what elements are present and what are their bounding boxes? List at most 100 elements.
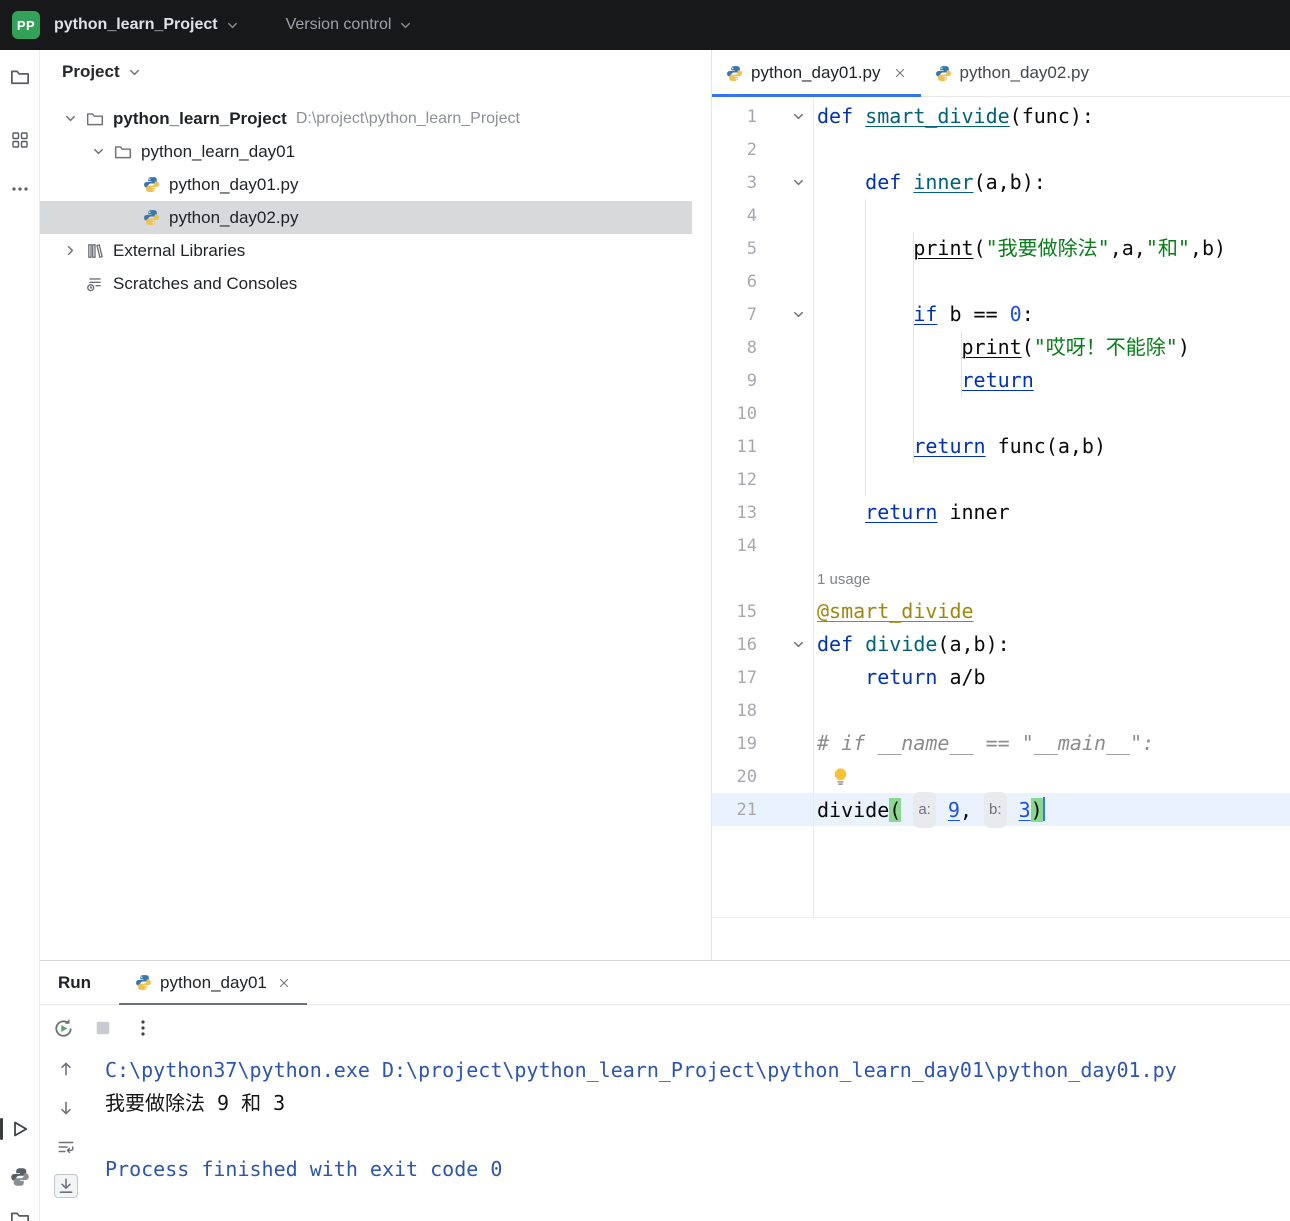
code-line[interactable]: 1 def smart_divide(func): xyxy=(712,100,1290,133)
line-number: 12 xyxy=(736,469,757,490)
version-control-menu[interactable]: Version control xyxy=(286,16,414,34)
parameter-hint: a: xyxy=(913,791,936,828)
line-number: 15 xyxy=(736,601,757,622)
editor-tab[interactable]: python_day02.py xyxy=(921,50,1104,96)
fold-icon[interactable] xyxy=(757,109,813,124)
intention-bulb-icon[interactable] xyxy=(831,767,850,786)
run-tool-window: Run python_day01 C:\python37\python.exe … xyxy=(40,960,1290,1221)
code-token: return xyxy=(961,368,1034,392)
project-panel-title: Project xyxy=(62,62,120,81)
code-token: inner xyxy=(937,500,1010,524)
version-control-label: Version control xyxy=(285,16,392,33)
project-selector[interactable]: python_learn_Project xyxy=(54,16,240,34)
code-token: , xyxy=(959,797,972,822)
chevron-down-icon[interactable] xyxy=(62,111,78,126)
code-token: (a,b): xyxy=(937,632,1010,656)
code-line[interactable]: 13 return inner xyxy=(712,496,1290,529)
line-number: 7 xyxy=(746,304,757,325)
scroll-to-end-icon[interactable] xyxy=(54,1174,78,1198)
rerun-icon[interactable] xyxy=(52,1017,74,1039)
more-tools-icon[interactable] xyxy=(9,178,31,200)
console-output[interactable]: C:\python37\python.exe D:\project\python… xyxy=(105,1054,1280,1221)
code-token: inner xyxy=(913,170,974,194)
more-options-icon[interactable] xyxy=(132,1017,154,1039)
usage-inlay[interactable]: 1 usage xyxy=(817,571,870,588)
code-line[interactable]: 18 xyxy=(712,694,1290,727)
code-line[interactable]: 9 return xyxy=(712,364,1290,397)
indent-guide xyxy=(961,331,962,397)
tree-item-label: External Libraries xyxy=(113,240,246,260)
fold-icon[interactable] xyxy=(757,637,813,652)
code-token: divide xyxy=(817,797,890,822)
code-token: @smart_divide xyxy=(817,599,974,623)
run-tab[interactable]: python_day01 xyxy=(119,961,307,1005)
chevron-right-icon[interactable] xyxy=(62,243,78,258)
line-number: 13 xyxy=(736,502,757,523)
code-line[interactable]: 11 return func(a,b) xyxy=(712,430,1290,463)
line-number: 3 xyxy=(746,172,757,193)
code-token: (a,b): xyxy=(973,170,1046,194)
tab-close-icon[interactable] xyxy=(277,976,291,990)
code-token: ) xyxy=(1177,335,1190,359)
tree-item[interactable]: External Libraries xyxy=(40,234,711,267)
tree-item[interactable]: python_learn_Project D:\project\python_le… xyxy=(40,102,711,135)
soft-wrap-icon[interactable] xyxy=(54,1135,78,1159)
code-line[interactable]: 16 def divide(a,b): xyxy=(712,628,1290,661)
line-number: 4 xyxy=(746,205,757,226)
parameter-hint: b: xyxy=(984,791,1007,828)
run-tool-icon[interactable] xyxy=(9,1118,31,1140)
code-line[interactable]: 17 return a/b xyxy=(712,661,1290,694)
fold-icon[interactable] xyxy=(757,307,813,322)
code-line[interactable]: 3 def inner(a,b): xyxy=(712,166,1290,199)
code-line[interactable]: 12 xyxy=(712,463,1290,496)
tree-item-label: python_day01.py xyxy=(169,174,299,194)
indent-guide xyxy=(865,199,866,496)
code-line[interactable]: 4 xyxy=(712,199,1290,232)
code-line[interactable]: 2 xyxy=(712,133,1290,166)
stop-icon[interactable] xyxy=(92,1017,114,1039)
python-console-icon[interactable] xyxy=(9,1166,31,1188)
code-line[interactable]: 8 print("哎呀！不能除") xyxy=(712,331,1290,364)
line-number: 2 xyxy=(746,139,757,160)
code-line[interactable]: 7 if b == 0: xyxy=(712,298,1290,331)
project-tool-icon[interactable] xyxy=(9,66,31,88)
code-line[interactable]: 14 xyxy=(712,529,1290,562)
tree-item[interactable]: python_day02.py xyxy=(40,201,692,234)
structure-tool-icon[interactable] xyxy=(9,129,31,151)
chevron-down-icon[interactable] xyxy=(90,144,106,159)
line-number: 6 xyxy=(746,271,757,292)
code-token: ( xyxy=(1021,335,1034,359)
tab-close-icon[interactable] xyxy=(893,66,907,80)
code-line[interactable]: 5 print("我要做除法",a,"和",b) xyxy=(712,232,1290,265)
code-line[interactable]: 19 # if __name__ == "__main__": xyxy=(712,727,1290,760)
code-token: func(a,b) xyxy=(985,434,1106,458)
editor-tab[interactable]: python_day01.py xyxy=(712,50,921,97)
code-line[interactable]: 20 xyxy=(712,760,1290,793)
code-token: def xyxy=(817,632,854,656)
editor-code[interactable]: 1 def smart_divide(func): 2 3 def inner(a,b… xyxy=(712,97,1290,918)
up-stack-trace-icon[interactable] xyxy=(54,1057,78,1081)
tree-item[interactable]: python_day01.py xyxy=(40,168,711,201)
code-token: def xyxy=(865,170,902,194)
down-stack-trace-icon[interactable] xyxy=(54,1096,78,1120)
tree-item[interactable]: Scratches and Consoles xyxy=(40,267,711,300)
editor: python_day01.py python_day02.py 1 def smar… xyxy=(712,50,1290,960)
inlay-line[interactable]: 1 usage xyxy=(712,562,1290,595)
clipped-tool-icon[interactable] xyxy=(9,1208,31,1221)
tab-label: python_day02.py xyxy=(959,63,1090,82)
code-line[interactable]: 10 xyxy=(712,397,1290,430)
code-line[interactable]: 21 divide( a: 9, b: 3) xyxy=(712,791,1290,828)
fold-icon[interactable] xyxy=(757,175,813,190)
code-line[interactable]: 6 xyxy=(712,265,1290,298)
tree-item[interactable]: python_learn_day01 xyxy=(40,135,711,168)
project-panel-header[interactable]: Project xyxy=(40,50,711,94)
code-line[interactable]: 15 @smart_divide xyxy=(712,595,1290,628)
python-icon xyxy=(142,176,160,194)
code-token: "和" xyxy=(1145,236,1190,260)
editor-tabs: python_day01.py python_day02.py xyxy=(712,50,1290,97)
